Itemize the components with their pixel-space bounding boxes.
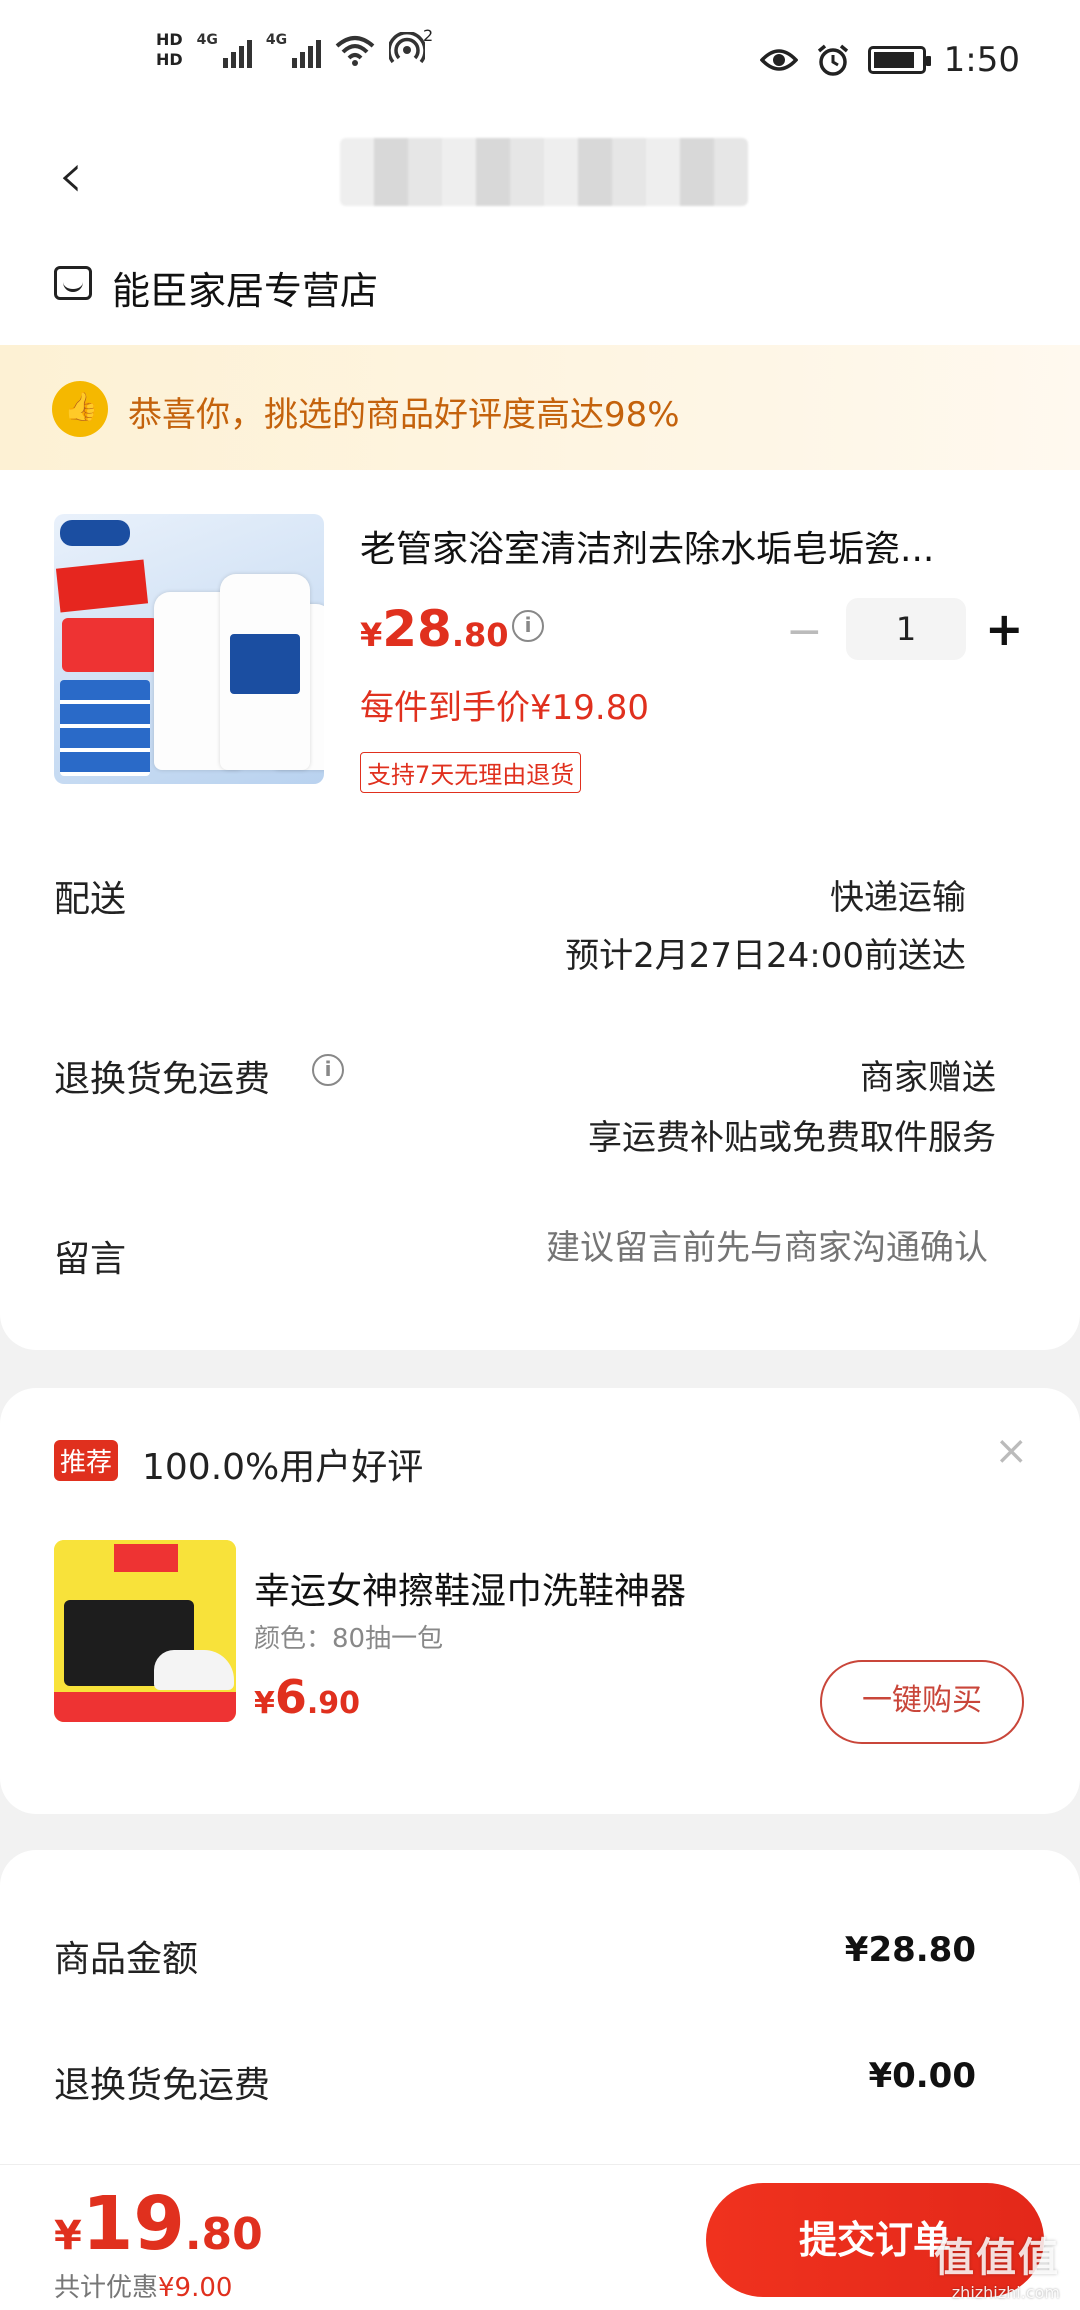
discount-label: 共计优惠 — [54, 2273, 159, 2303]
recommend-product-name[interactable]: 幸运女神擦鞋湿巾洗鞋神器 — [254, 1562, 686, 1614]
hd-icon: HD — [156, 50, 183, 69]
eye-icon — [759, 49, 798, 71]
quantity-increase-button[interactable]: + — [985, 606, 1024, 652]
store-name: 能臣家居专营店 — [112, 269, 379, 313]
price-decimal: .90 — [306, 1686, 361, 1721]
watermark-url: zhizhizhi.com — [951, 2283, 1060, 2302]
total-discount: 共计优惠¥9.00 — [54, 2267, 232, 2304]
recommend-badge: 推荐 — [54, 1440, 119, 1481]
network-type-label: 4G — [265, 32, 288, 48]
back-chevron-icon[interactable]: ‹ — [58, 144, 84, 208]
return-shipping-fee-value: ¥0.00 — [868, 2056, 976, 2096]
wifi-icon — [335, 36, 375, 66]
price-decimal: .80 — [451, 616, 509, 654]
unit-price: 每件到手价¥19.80 — [360, 688, 649, 728]
sim-indicators: HD HD — [156, 30, 183, 70]
status-bar: HD HD 4G 4G 2 1:50 — [0, 0, 1080, 120]
network-type-label: 4G — [196, 32, 218, 48]
price-decimal: .80 — [184, 2209, 263, 2260]
return-shipping-value: 商家赠送 — [860, 1058, 996, 1098]
goods-amount-value: ¥28.80 — [844, 1930, 976, 1970]
product-image[interactable] — [54, 514, 324, 784]
return-shipping-fee-label: 退换货免运费 — [54, 2065, 271, 2106]
quantity-input[interactable]: 1 — [846, 598, 966, 660]
goods-amount-label: 商品金额 — [54, 1939, 199, 1980]
alarm-icon — [817, 44, 848, 76]
close-icon[interactable]: × — [994, 1428, 1028, 1474]
message-input[interactable] — [388, 1228, 988, 1268]
product-price: ¥28.80 — [360, 600, 509, 658]
price-integer: 19 — [81, 2181, 185, 2267]
return-shipping-label: 退换货免运费 — [54, 1059, 271, 1100]
one-click-buy-button[interactable]: 一键购买 — [820, 1660, 1024, 1744]
quantity-decrease-button[interactable]: − — [786, 610, 823, 654]
total-price: ¥19.80 — [54, 2181, 263, 2267]
nav-bar: ‹ — [0, 120, 1080, 230]
price-summary-card: 商品金额 ¥28.80 退换货免运费 ¥0.00 — [0, 1850, 1080, 2180]
recommend-product-variant: 颜色：80抽一包 — [254, 1624, 444, 1654]
battery-icon — [867, 46, 931, 74]
status-bar-right: 1:50 — [759, 40, 1020, 80]
banner-text: 恭喜你，挑选的商品好评度高达98% — [128, 395, 680, 435]
shipping-label: 配送 — [54, 879, 127, 920]
checkout-bar: ¥19.80 共计优惠¥9.00 提交订单 值值值 zhizhizhi.com — [0, 2164, 1080, 2310]
recommendation-card: 推荐 100.0%用户好评 × 幸运女神擦鞋湿巾洗鞋神器 颜色：80抽一包 ¥6… — [0, 1388, 1080, 1814]
recommend-product-price: ¥6.90 — [254, 1670, 360, 1724]
signal-icon: 4G — [265, 32, 322, 68]
price-integer: 28 — [382, 600, 452, 658]
recommend-title: 100.0%用户好评 — [142, 1447, 424, 1488]
hotspot-count: 2 — [422, 26, 434, 45]
price-info-icon[interactable]: i — [512, 610, 544, 642]
shipping-method: 快递运输 — [830, 878, 966, 918]
status-bar-left: HD HD 4G 4G 2 — [156, 26, 433, 70]
store-row[interactable]: 能臣家居专营店 — [0, 230, 1080, 345]
return-shipping-description: 享运费补贴或免费取件服务 — [588, 1118, 996, 1158]
message-label: 留言 — [54, 1239, 127, 1280]
return-info-icon[interactable]: i — [312, 1054, 344, 1086]
price-currency: ¥ — [254, 1686, 275, 1721]
price-integer: 6 — [274, 1670, 307, 1724]
clock: 1:50 — [943, 40, 1020, 80]
price-currency: ¥ — [54, 2213, 82, 2259]
store-icon — [54, 266, 92, 300]
order-card: 老管家浴室清洁剂去除水垢皂垢瓷... ¥28.80 i − 1 + 每件到手价¥… — [0, 470, 1080, 1350]
product-title[interactable]: 老管家浴室清洁剂去除水垢皂垢瓷... — [360, 520, 934, 572]
signal-icon: 4G — [197, 32, 252, 68]
hd-icon: HD — [156, 30, 183, 49]
blurred-title — [340, 138, 748, 206]
discount-amount: ¥9.00 — [158, 2273, 233, 2303]
recommend-product-image[interactable] — [54, 1540, 236, 1722]
rating-banner: 恭喜你，挑选的商品好评度高达98% — [0, 345, 1080, 470]
hotspot-icon: 2 — [387, 26, 433, 68]
shipping-eta: 预计2月27日24:00前送达 — [565, 936, 966, 976]
return-policy-tag: 支持7天无理由退货 — [360, 752, 582, 793]
thumbs-up-icon — [52, 381, 108, 437]
watermark: 值值值 — [934, 2235, 1060, 2281]
price-currency: ¥ — [360, 616, 383, 654]
